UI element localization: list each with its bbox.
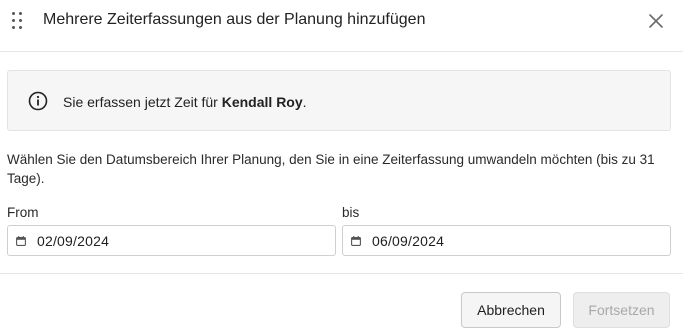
footer-divider [0, 273, 683, 274]
info-suffix: . [302, 94, 307, 110]
from-label: From [7, 205, 39, 220]
close-icon [649, 14, 663, 28]
dialog-header: Mehrere Zeiterfassungen aus der Planung … [0, 0, 683, 42]
dialog-title: Mehrere Zeiterfassungen aus der Planung … [43, 11, 426, 28]
info-text: Sie erfassen jetzt Zeit für Kendall Roy. [63, 94, 307, 110]
to-date-field[interactable]: 06/09/2024 [342, 225, 671, 256]
from-date-field[interactable]: 02/09/2024 [7, 225, 336, 256]
from-date-value: 02/09/2024 [37, 233, 110, 249]
user-name: Kendall Roy [221, 94, 303, 110]
date-range-description: Wählen Sie den Datumsbereich Ihrer Planu… [7, 152, 655, 186]
calendar-icon [16, 236, 26, 246]
to-label: bis [342, 205, 360, 220]
drag-handle-icon[interactable] [12, 12, 24, 30]
continue-button[interactable]: Fortsetzen [573, 292, 670, 328]
close-button[interactable] [644, 9, 668, 33]
to-date-value: 06/09/2024 [372, 233, 445, 249]
info-prefix: Sie erfassen jetzt Zeit für [63, 94, 222, 110]
info-banner: Sie erfassen jetzt Zeit für Kendall Roy. [7, 70, 671, 131]
header-divider [0, 51, 683, 52]
info-icon [28, 91, 48, 111]
calendar-icon [351, 236, 361, 246]
add-time-entries-dialog: Mehrere Zeiterfassungen aus der Planung … [0, 0, 683, 335]
cancel-button[interactable]: Abbrechen [461, 292, 561, 328]
